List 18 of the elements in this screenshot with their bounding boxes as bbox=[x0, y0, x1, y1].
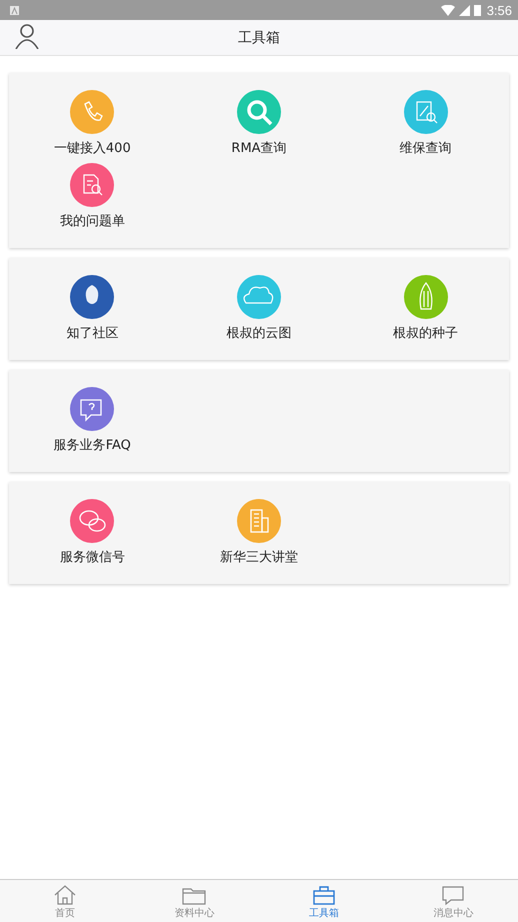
person-icon bbox=[14, 23, 40, 49]
tool-item[interactable]: 根叔的云图 bbox=[188, 275, 329, 342]
battery-icon bbox=[474, 4, 481, 16]
tool-item[interactable]: 根叔的种子 bbox=[356, 275, 496, 342]
page-title: 工具箱 bbox=[238, 28, 280, 46]
tool-item[interactable]: 服务业务FAQ bbox=[22, 387, 162, 454]
tool-item[interactable]: 知了社区 bbox=[22, 275, 162, 342]
tool-item[interactable]: 我的问题单 bbox=[22, 163, 162, 230]
tool-item[interactable]: 服务微信号 bbox=[22, 499, 162, 566]
tool-item[interactable]: 新华三大讲堂 bbox=[188, 499, 329, 566]
tool-item[interactable]: 一键接入400 bbox=[22, 90, 162, 157]
notification-icon bbox=[10, 6, 19, 14]
wifi-icon bbox=[440, 4, 455, 16]
tool-item[interactable]: 维保查询 bbox=[356, 90, 496, 157]
clock-time: 3:56 bbox=[486, 2, 512, 18]
signal-icon bbox=[458, 4, 470, 16]
tool-item[interactable]: RMA查询 bbox=[188, 90, 329, 157]
nav-tab[interactable]: 工具箱 bbox=[259, 880, 388, 922]
